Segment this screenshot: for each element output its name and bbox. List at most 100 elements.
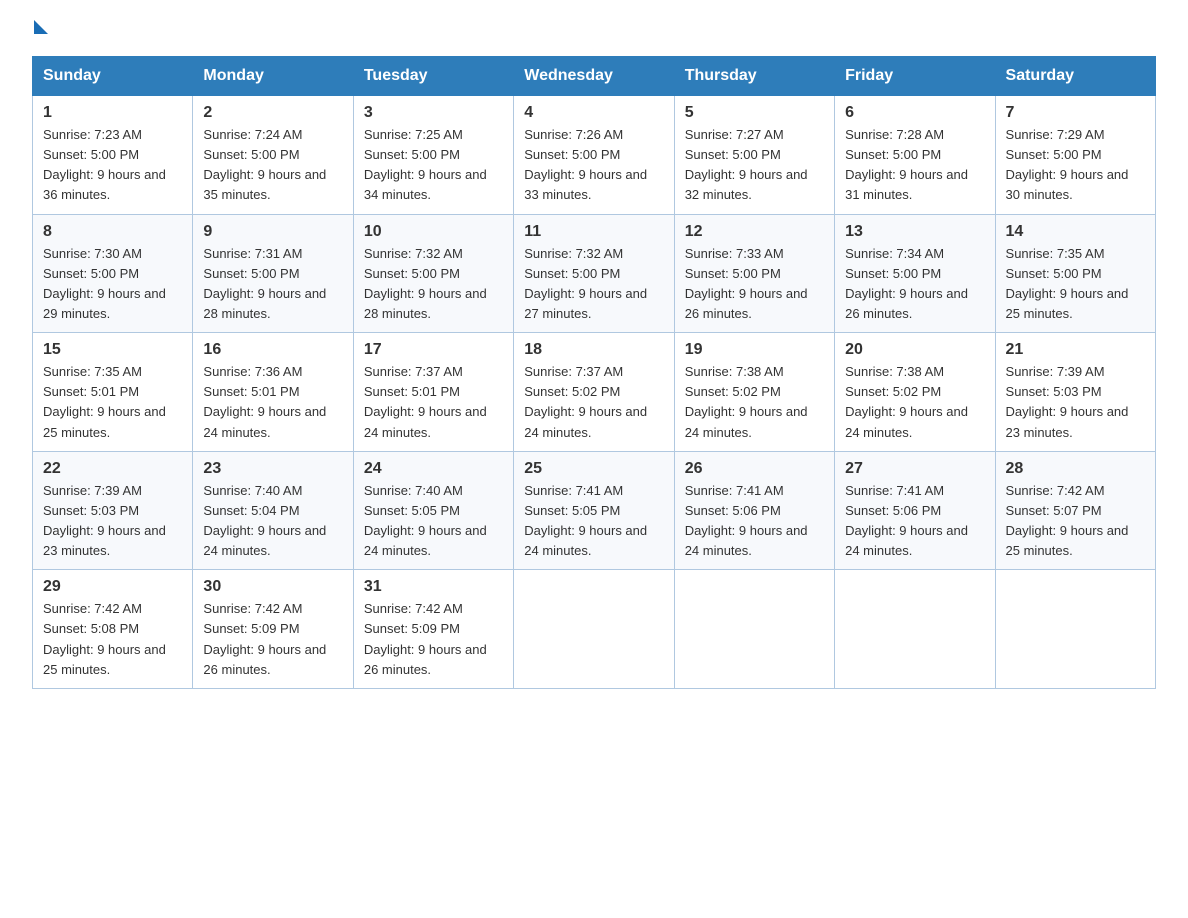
day-info: Sunrise: 7:38 AMSunset: 5:02 PMDaylight:… — [685, 364, 808, 439]
day-number: 25 — [524, 460, 663, 478]
day-info: Sunrise: 7:42 AMSunset: 5:08 PMDaylight:… — [43, 601, 166, 676]
day-info: Sunrise: 7:32 AMSunset: 5:00 PMDaylight:… — [364, 246, 487, 321]
week-row-2: 8 Sunrise: 7:30 AMSunset: 5:00 PMDayligh… — [33, 214, 1156, 333]
day-info: Sunrise: 7:41 AMSunset: 5:05 PMDaylight:… — [524, 483, 647, 558]
day-cell: 18 Sunrise: 7:37 AMSunset: 5:02 PMDaylig… — [514, 333, 674, 452]
logo-triangle-icon — [34, 20, 48, 34]
day-cell: 14 Sunrise: 7:35 AMSunset: 5:00 PMDaylig… — [995, 214, 1155, 333]
day-number: 15 — [43, 341, 182, 359]
day-info: Sunrise: 7:24 AMSunset: 5:00 PMDaylight:… — [203, 127, 326, 202]
column-header-saturday: Saturday — [995, 57, 1155, 96]
day-info: Sunrise: 7:26 AMSunset: 5:00 PMDaylight:… — [524, 127, 647, 202]
day-number: 31 — [364, 578, 503, 596]
day-number: 8 — [43, 223, 182, 241]
day-cell: 3 Sunrise: 7:25 AMSunset: 5:00 PMDayligh… — [353, 96, 513, 215]
day-number: 9 — [203, 223, 342, 241]
day-cell: 22 Sunrise: 7:39 AMSunset: 5:03 PMDaylig… — [33, 451, 193, 570]
day-cell: 24 Sunrise: 7:40 AMSunset: 5:05 PMDaylig… — [353, 451, 513, 570]
day-number: 10 — [364, 223, 503, 241]
day-number: 7 — [1006, 104, 1145, 122]
day-cell: 23 Sunrise: 7:40 AMSunset: 5:04 PMDaylig… — [193, 451, 353, 570]
day-cell: 13 Sunrise: 7:34 AMSunset: 5:00 PMDaylig… — [835, 214, 995, 333]
column-header-sunday: Sunday — [33, 57, 193, 96]
day-number: 14 — [1006, 223, 1145, 241]
day-info: Sunrise: 7:42 AMSunset: 5:09 PMDaylight:… — [203, 601, 326, 676]
day-cell: 26 Sunrise: 7:41 AMSunset: 5:06 PMDaylig… — [674, 451, 834, 570]
day-info: Sunrise: 7:37 AMSunset: 5:01 PMDaylight:… — [364, 364, 487, 439]
day-cell: 12 Sunrise: 7:33 AMSunset: 5:00 PMDaylig… — [674, 214, 834, 333]
day-info: Sunrise: 7:30 AMSunset: 5:00 PMDaylight:… — [43, 246, 166, 321]
column-header-thursday: Thursday — [674, 57, 834, 96]
day-cell: 30 Sunrise: 7:42 AMSunset: 5:09 PMDaylig… — [193, 570, 353, 689]
day-cell: 1 Sunrise: 7:23 AMSunset: 5:00 PMDayligh… — [33, 96, 193, 215]
day-cell — [995, 570, 1155, 689]
day-cell: 5 Sunrise: 7:27 AMSunset: 5:00 PMDayligh… — [674, 96, 834, 215]
day-cell: 15 Sunrise: 7:35 AMSunset: 5:01 PMDaylig… — [33, 333, 193, 452]
day-cell: 21 Sunrise: 7:39 AMSunset: 5:03 PMDaylig… — [995, 333, 1155, 452]
day-number: 29 — [43, 578, 182, 596]
day-info: Sunrise: 7:36 AMSunset: 5:01 PMDaylight:… — [203, 364, 326, 439]
day-cell: 19 Sunrise: 7:38 AMSunset: 5:02 PMDaylig… — [674, 333, 834, 452]
day-cell: 16 Sunrise: 7:36 AMSunset: 5:01 PMDaylig… — [193, 333, 353, 452]
week-row-4: 22 Sunrise: 7:39 AMSunset: 5:03 PMDaylig… — [33, 451, 1156, 570]
day-number: 24 — [364, 460, 503, 478]
day-cell: 6 Sunrise: 7:28 AMSunset: 5:00 PMDayligh… — [835, 96, 995, 215]
day-cell: 31 Sunrise: 7:42 AMSunset: 5:09 PMDaylig… — [353, 570, 513, 689]
day-info: Sunrise: 7:33 AMSunset: 5:00 PMDaylight:… — [685, 246, 808, 321]
day-info: Sunrise: 7:29 AMSunset: 5:00 PMDaylight:… — [1006, 127, 1129, 202]
day-cell: 2 Sunrise: 7:24 AMSunset: 5:00 PMDayligh… — [193, 96, 353, 215]
day-info: Sunrise: 7:28 AMSunset: 5:00 PMDaylight:… — [845, 127, 968, 202]
day-number: 26 — [685, 460, 824, 478]
week-row-1: 1 Sunrise: 7:23 AMSunset: 5:00 PMDayligh… — [33, 96, 1156, 215]
day-cell: 7 Sunrise: 7:29 AMSunset: 5:00 PMDayligh… — [995, 96, 1155, 215]
day-info: Sunrise: 7:38 AMSunset: 5:02 PMDaylight:… — [845, 364, 968, 439]
page-header — [32, 24, 1156, 36]
column-header-wednesday: Wednesday — [514, 57, 674, 96]
logo — [32, 24, 48, 36]
day-info: Sunrise: 7:40 AMSunset: 5:04 PMDaylight:… — [203, 483, 326, 558]
day-info: Sunrise: 7:35 AMSunset: 5:01 PMDaylight:… — [43, 364, 166, 439]
day-number: 6 — [845, 104, 984, 122]
day-number: 21 — [1006, 341, 1145, 359]
day-info: Sunrise: 7:41 AMSunset: 5:06 PMDaylight:… — [845, 483, 968, 558]
column-header-tuesday: Tuesday — [353, 57, 513, 96]
day-cell: 27 Sunrise: 7:41 AMSunset: 5:06 PMDaylig… — [835, 451, 995, 570]
day-cell: 29 Sunrise: 7:42 AMSunset: 5:08 PMDaylig… — [33, 570, 193, 689]
day-info: Sunrise: 7:34 AMSunset: 5:00 PMDaylight:… — [845, 246, 968, 321]
day-number: 3 — [364, 104, 503, 122]
week-row-3: 15 Sunrise: 7:35 AMSunset: 5:01 PMDaylig… — [33, 333, 1156, 452]
day-number: 13 — [845, 223, 984, 241]
day-cell: 20 Sunrise: 7:38 AMSunset: 5:02 PMDaylig… — [835, 333, 995, 452]
day-info: Sunrise: 7:40 AMSunset: 5:05 PMDaylight:… — [364, 483, 487, 558]
day-number: 5 — [685, 104, 824, 122]
day-number: 28 — [1006, 460, 1145, 478]
calendar-table: SundayMondayTuesdayWednesdayThursdayFrid… — [32, 56, 1156, 689]
day-cell: 10 Sunrise: 7:32 AMSunset: 5:00 PMDaylig… — [353, 214, 513, 333]
day-number: 22 — [43, 460, 182, 478]
day-number: 19 — [685, 341, 824, 359]
day-cell: 17 Sunrise: 7:37 AMSunset: 5:01 PMDaylig… — [353, 333, 513, 452]
day-number: 1 — [43, 104, 182, 122]
day-number: 17 — [364, 341, 503, 359]
day-number: 12 — [685, 223, 824, 241]
day-cell: 28 Sunrise: 7:42 AMSunset: 5:07 PMDaylig… — [995, 451, 1155, 570]
day-cell: 25 Sunrise: 7:41 AMSunset: 5:05 PMDaylig… — [514, 451, 674, 570]
day-number: 16 — [203, 341, 342, 359]
day-number: 20 — [845, 341, 984, 359]
day-number: 18 — [524, 341, 663, 359]
day-number: 11 — [524, 223, 663, 241]
day-cell: 9 Sunrise: 7:31 AMSunset: 5:00 PMDayligh… — [193, 214, 353, 333]
day-info: Sunrise: 7:27 AMSunset: 5:00 PMDaylight:… — [685, 127, 808, 202]
day-info: Sunrise: 7:25 AMSunset: 5:00 PMDaylight:… — [364, 127, 487, 202]
day-info: Sunrise: 7:41 AMSunset: 5:06 PMDaylight:… — [685, 483, 808, 558]
day-number: 27 — [845, 460, 984, 478]
column-header-friday: Friday — [835, 57, 995, 96]
day-info: Sunrise: 7:42 AMSunset: 5:07 PMDaylight:… — [1006, 483, 1129, 558]
day-number: 30 — [203, 578, 342, 596]
day-info: Sunrise: 7:42 AMSunset: 5:09 PMDaylight:… — [364, 601, 487, 676]
day-number: 4 — [524, 104, 663, 122]
day-cell — [514, 570, 674, 689]
day-info: Sunrise: 7:35 AMSunset: 5:00 PMDaylight:… — [1006, 246, 1129, 321]
header-row: SundayMondayTuesdayWednesdayThursdayFrid… — [33, 57, 1156, 96]
day-number: 2 — [203, 104, 342, 122]
